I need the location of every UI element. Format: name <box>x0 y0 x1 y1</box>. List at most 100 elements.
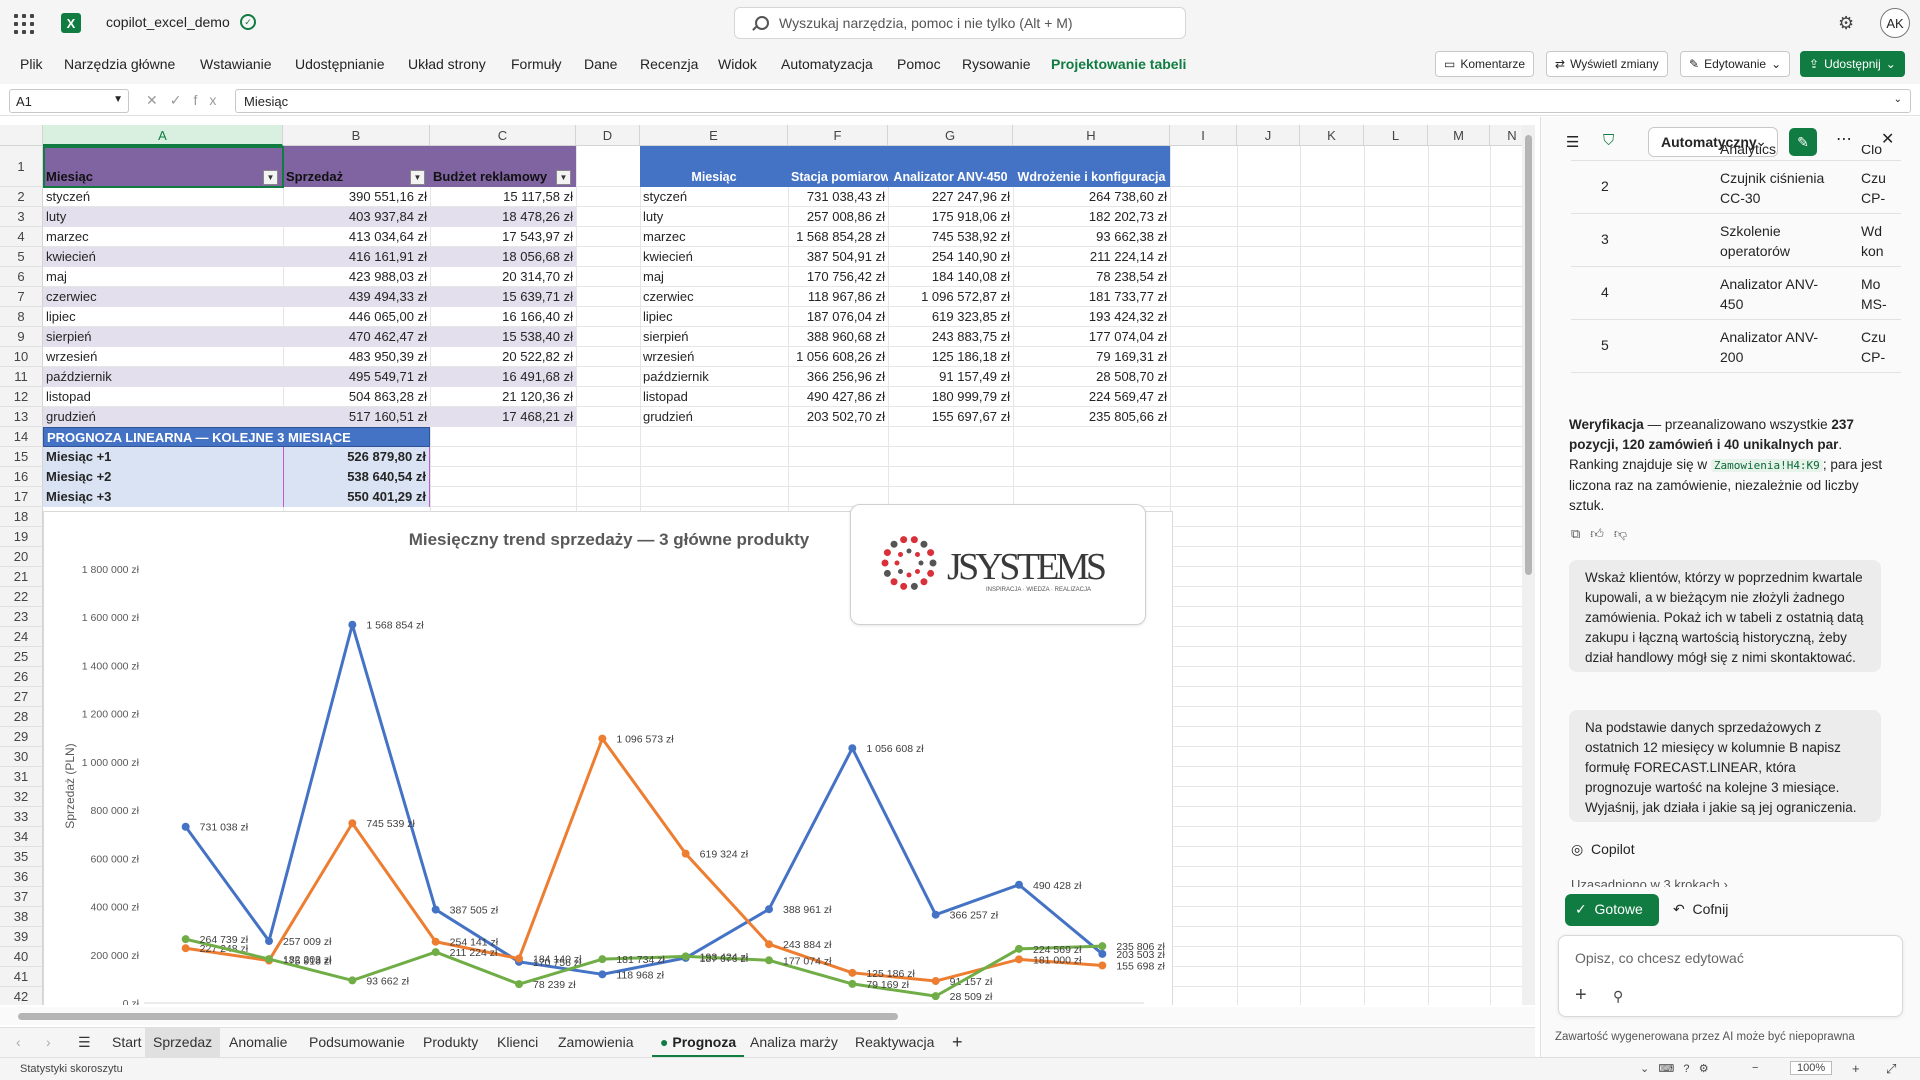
row-header[interactable]: 29 <box>0 727 43 747</box>
row-header[interactable]: 37 <box>0 887 43 907</box>
search-box[interactable]: Wyszukaj narzędzia, pomoc i nie tylko (A… <box>734 7 1186 39</box>
ribbon-tab[interactable]: Dane <box>584 56 617 72</box>
zoom-in-icon[interactable]: + <box>1852 1061 1860 1076</box>
cell[interactable]: sierpień <box>640 327 788 347</box>
name-box[interactable]: A1 ▼ <box>9 89 129 113</box>
comments-button[interactable]: ▭ Komentarze <box>1435 51 1535 77</box>
cell[interactable]: 446 065,00 zł <box>283 307 430 327</box>
cell[interactable]: 187 076,04 zł <box>788 307 888 327</box>
cell[interactable]: 366 256,96 zł <box>788 367 888 387</box>
saved-status-icon[interactable]: ✓ <box>240 14 256 30</box>
cell[interactable]: 125 186,18 zł <box>888 347 1013 367</box>
workbook-stats[interactable]: Statystyki skoroszytu <box>20 1063 123 1075</box>
cell[interactable]: 211 224,14 zł <box>1013 247 1170 267</box>
sheet-tab[interactable]: Analiza marży <box>742 1028 846 1058</box>
add-icon[interactable]: + <box>1575 984 1587 1007</box>
sheet-tab[interactable]: ● Prognoza <box>652 1028 745 1058</box>
row-header[interactable]: 16 <box>0 467 43 487</box>
cell[interactable]: 416 161,91 zł <box>283 247 430 267</box>
cell[interactable]: maj <box>43 267 283 287</box>
cell[interactable]: kwiecień <box>43 247 283 267</box>
row-header[interactable]: 9 <box>0 327 43 347</box>
cell[interactable]: 203 502,70 zł <box>788 407 888 427</box>
row-header[interactable]: 34 <box>0 827 43 847</box>
cancel-icon[interactable]: ✕ <box>146 92 170 108</box>
column-header[interactable]: F <box>788 125 888 146</box>
cell[interactable]: 1 056 608,26 zł <box>788 347 888 367</box>
select-all-corner[interactable] <box>0 125 43 146</box>
cell[interactable]: 182 202,73 zł <box>1013 207 1170 227</box>
cell[interactable]: styczeń <box>43 187 283 207</box>
row-header[interactable]: 19 <box>0 527 43 547</box>
column-header[interactable]: D <box>576 125 640 146</box>
cell[interactable]: 254 140,90 zł <box>888 247 1013 267</box>
column-header[interactable]: C <box>430 125 576 146</box>
row-header[interactable]: 4 <box>0 227 43 247</box>
cell[interactable]: lipiec <box>43 307 283 327</box>
cell[interactable]: listopad <box>43 387 283 407</box>
prompt-input[interactable]: Opisz, co chcesz edytować + ⚲ <box>1558 935 1903 1017</box>
cell[interactable]: 78 238,54 zł <box>1013 267 1170 287</box>
cell[interactable]: wrzesień <box>43 347 283 367</box>
cell[interactable]: 15 538,40 zł <box>430 327 576 347</box>
cell[interactable]: 181 733,77 zł <box>1013 287 1170 307</box>
row-header[interactable]: 10 <box>0 347 43 367</box>
column-header[interactable]: I <box>1170 125 1237 146</box>
filter-dropdown-icon[interactable]: ▼ <box>410 170 425 185</box>
table2-header[interactable]: Analizator ANV-450 <box>888 146 1013 187</box>
add-sheet-icon[interactable]: + <box>944 1028 971 1058</box>
row-header[interactable]: 23 <box>0 607 43 627</box>
sheet-tab[interactable]: Podsumowanie <box>301 1028 413 1058</box>
row-header[interactable]: 38 <box>0 907 43 927</box>
cell[interactable]: 1 568 854,28 zł <box>788 227 888 247</box>
row-header[interactable]: 30 <box>0 747 43 767</box>
ribbon-tab[interactable]: Rysowanie <box>962 56 1030 72</box>
row-header[interactable]: 40 <box>0 947 43 967</box>
table2-header[interactable]: Wdrożenie i konfiguracja <box>1013 146 1170 187</box>
thumbs-down-icon[interactable]: 👎︎ <box>1614 526 1637 541</box>
cell[interactable]: 439 494,33 zł <box>283 287 430 307</box>
ribbon-tab[interactable]: Formuły <box>511 56 562 72</box>
cell[interactable]: sierpień <box>43 327 283 347</box>
copy-icon[interactable]: ⧉ <box>1571 526 1590 541</box>
column-header[interactable]: G <box>888 125 1013 146</box>
row-header[interactable]: 31 <box>0 767 43 787</box>
cell[interactable]: 224 569,47 zł <box>1013 387 1170 407</box>
cell[interactable]: 243 883,75 zł <box>888 327 1013 347</box>
row-header[interactable]: 36 <box>0 867 43 887</box>
cell[interactable]: czerwiec <box>43 287 283 307</box>
row-header[interactable]: 11 <box>0 367 43 387</box>
gear-icon[interactable]: ⚙ <box>1838 13 1854 34</box>
row-header[interactable]: 20 <box>0 547 43 567</box>
row-header[interactable]: 6 <box>0 267 43 287</box>
cell[interactable]: styczeń <box>640 187 788 207</box>
cell[interactable]: 390 551,16 zł <box>283 187 430 207</box>
column-header[interactable]: E <box>640 125 788 146</box>
formula-input[interactable]: Miesiąc ⌄ <box>235 89 1911 113</box>
sheet-tab[interactable]: Start <box>104 1028 150 1058</box>
cell[interactable]: 177 074,04 zł <box>1013 327 1170 347</box>
row-header[interactable]: 5 <box>0 247 43 267</box>
column-header[interactable]: A <box>43 125 283 146</box>
cell[interactable]: 15 117,58 zł <box>430 187 576 207</box>
row-header[interactable]: 15 <box>0 447 43 467</box>
cell[interactable]: 20 522,82 zł <box>430 347 576 367</box>
ribbon-tab[interactable]: Udostępnianie <box>295 56 385 72</box>
ribbon-tab[interactable]: Widok <box>718 56 757 72</box>
next-sheet-icon[interactable]: › <box>38 1028 59 1058</box>
horizontal-scrollbar[interactable] <box>0 1007 1535 1025</box>
cell[interactable]: 193 424,32 zł <box>1013 307 1170 327</box>
row-header[interactable]: 1 <box>0 146 43 187</box>
row-header[interactable]: 27 <box>0 687 43 707</box>
cell[interactable]: 403 937,84 zł <box>283 207 430 227</box>
table2-header[interactable]: Stacja pomiarowa SP-1000 <box>788 146 888 187</box>
cell[interactable]: 15 639,71 zł <box>430 287 576 307</box>
cell[interactable]: 175 918,06 zł <box>888 207 1013 227</box>
ribbon-tab[interactable]: Wstawianie <box>200 56 272 72</box>
ribbon-tab[interactable]: Narzędzia główne <box>64 56 175 72</box>
filter-dropdown-icon[interactable]: ▼ <box>556 170 571 185</box>
row-header[interactable]: 3 <box>0 207 43 227</box>
share-button[interactable]: ⇪ Udostępnij ⌄ <box>1800 51 1905 77</box>
cell[interactable]: wrzesień <box>640 347 788 367</box>
cell[interactable]: 18 056,68 zł <box>430 247 576 267</box>
